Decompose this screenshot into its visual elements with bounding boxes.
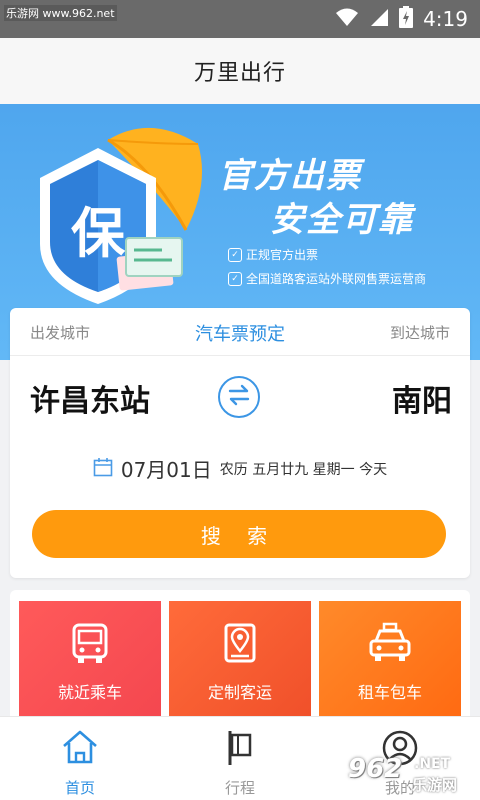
flag-icon [200,729,280,767]
nav-label: 行程 [224,779,255,797]
svg-text:保: 保 [71,201,126,265]
nav-home[interactable]: 首页 [40,725,120,797]
card-header: 出发城市 汽车票预定 到达城市 [10,308,470,356]
to-city[interactable]: 南阳 [392,376,452,420]
swap-icon [227,383,251,411]
home-icon [40,729,120,765]
status-icons: 4:19 [335,6,468,32]
banner-feature: ✓ 全国道路客运站外联网售票运营商 [228,270,426,287]
banner-feature-text: 全国道路客运站外联网售票运营商 [246,272,427,286]
watermark-text: 乐游网 www.962.net [4,5,117,21]
app-header: 万里出行 [0,38,480,104]
search-button[interactable]: 搜 索 [32,510,446,558]
service-custom-transit[interactable]: 定制客运 [169,601,311,719]
service-label: 就近乘车 [57,683,122,702]
booking-card: 出发城市 汽车票预定 到达城市 许昌东站 南阳 07月01日 农历 五月廿九 星… [10,308,470,578]
swap-cities-button[interactable] [218,376,260,418]
bus-icon [19,621,161,665]
service-label: 租车包车 [357,683,422,702]
wifi-icon [335,7,359,31]
map-location-icon [169,621,311,665]
date-selector[interactable]: 07月01日 农历 五月廿九 星期一 今天 [10,454,470,483]
banner-feature-text: 正规官方出票 [246,248,319,262]
taxi-icon [319,621,461,665]
watermark-number: 962 [348,754,403,784]
service-car-rental[interactable]: 租车包车 [319,601,461,719]
watermark-site-name: 乐游网 [412,776,458,794]
nav-trips[interactable]: 行程 [200,725,280,797]
status-time: 4:19 [423,7,468,31]
from-city[interactable]: 许昌东站 [30,376,150,420]
signal-icon [369,7,389,31]
service-label: 定制客运 [207,683,272,702]
battery-icon [399,6,414,32]
banner-headline: 官方出票 [218,156,362,196]
service-grid: 就近乘车 定制客运 租车包车 [10,590,470,720]
status-bar: 乐游网 www.962.net 4:19 [0,0,480,38]
watermark-net: .NET [414,756,451,772]
site-watermark: 962 .NET 乐游网 [344,752,474,796]
banner-feature: ✓ 正规官方出票 [228,246,318,263]
banner-subheadline: 安全可靠 [270,200,414,240]
check-icon: ✓ [228,247,242,262]
departure-date: 07月01日 [120,458,212,482]
lunar-date: 农历 五月廿九 星期一 今天 [219,461,388,478]
service-nearby-boarding[interactable]: 就近乘车 [19,601,161,719]
calendar-icon [93,457,113,481]
arrive-city-label: 到达城市 [389,324,450,342]
page-title: 万里出行 [193,61,286,86]
nav-label: 首页 [64,779,95,797]
check-icon: ✓ [228,271,242,286]
